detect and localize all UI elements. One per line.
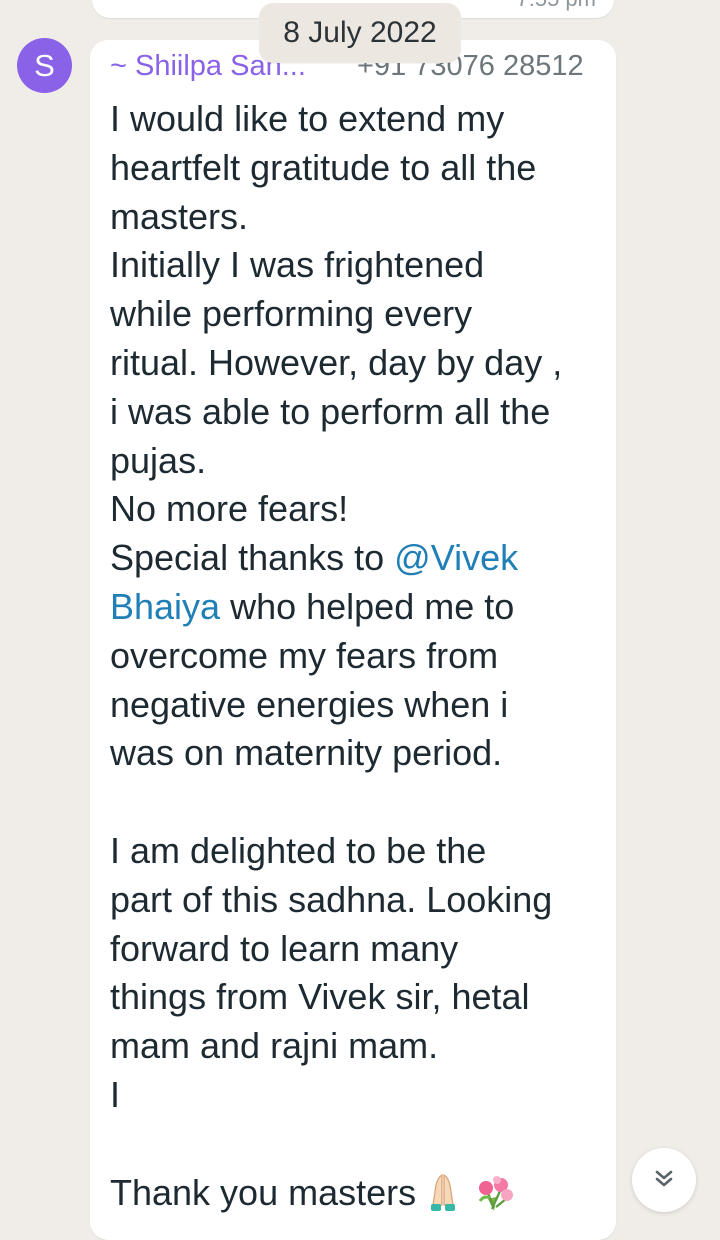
message-bubble[interactable]: ~ Shiilpa San... +91 73076 28512 I would… [90, 40, 616, 1240]
message-line: Special thanks to @Vivek [110, 534, 600, 583]
message-text-segment: Thank you masters [110, 1171, 417, 1213]
message-text: I would like to extend my heartfelt grat… [110, 95, 600, 1225]
message-line: Thank you masters [110, 1169, 600, 1226]
scroll-to-bottom-button[interactable] [632, 1148, 696, 1212]
message-line: Initially I was frightened [110, 244, 485, 286]
message-line: things from Vivek sir, hetal [110, 976, 530, 1018]
date-separator: 8 July 2022 [259, 3, 461, 63]
message-line: was on maternity period. [110, 732, 503, 774]
message-line: i was able to perform all the [110, 390, 551, 432]
sender-avatar[interactable]: S [17, 38, 72, 93]
message-line: heartfelt gratitude to all the [110, 146, 537, 188]
message-line: ritual. However, day by day , [110, 341, 563, 383]
message-line: I would like to extend my [110, 98, 505, 139]
message-line: forward to learn many [110, 927, 459, 969]
mention-link[interactable]: Bhaiya [110, 586, 220, 627]
message-line: while performing every [110, 293, 473, 335]
message-line: masters. [110, 195, 249, 237]
message-line: No more fears! [110, 488, 349, 530]
folded-hands-icon [422, 1171, 464, 1226]
message-line: Bhaiya who helped me to [110, 583, 600, 632]
message-timestamp: 7:55 pm [517, 0, 597, 12]
message-text-segment: Special thanks to [110, 537, 395, 579]
message-line: mam and rajni mam. [110, 1025, 439, 1067]
message-line: negative energies when i [110, 683, 509, 725]
message-text-segment: who helped me to [220, 585, 515, 627]
message-line: I [110, 1073, 121, 1115]
message-line: part of this sadhna. Looking [110, 878, 553, 920]
message-line: pujas. [110, 439, 207, 481]
double-chevron-down-icon [651, 1165, 677, 1196]
message-line: I am delighted to be the [110, 829, 487, 871]
mention-link[interactable]: @Vivek [394, 537, 518, 578]
message-line: overcome my fears from [110, 634, 499, 676]
bouquet-icon [470, 1171, 516, 1226]
